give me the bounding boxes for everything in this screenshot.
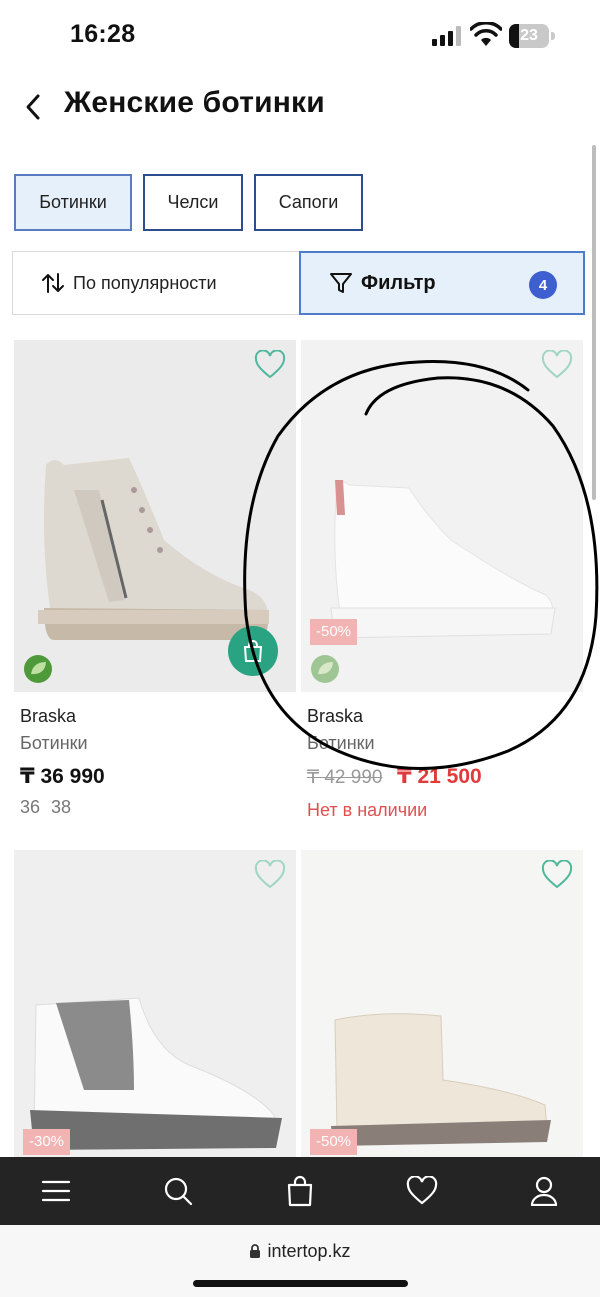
nav-menu-button[interactable] bbox=[36, 1171, 76, 1211]
boot-image bbox=[301, 850, 583, 1157]
status-time: 16:28 bbox=[70, 20, 136, 48]
favorite-heart-icon[interactable] bbox=[254, 860, 286, 890]
product-card[interactable]: Braska Ботинки ₸ 36 990 36 38 bbox=[14, 340, 296, 820]
filter-label: Фильтр bbox=[361, 271, 436, 294]
favorites-icon bbox=[406, 1176, 438, 1205]
sort-filter-bar: По популярности Фильтр 4 bbox=[12, 251, 585, 315]
eco-leaf-icon bbox=[311, 655, 339, 683]
product-brand: Braska bbox=[20, 706, 77, 726]
url-text: intertop.kz bbox=[267, 1241, 351, 1261]
filter-funnel-icon bbox=[330, 273, 352, 293]
product-image[interactable] bbox=[14, 340, 296, 692]
search-icon bbox=[164, 1177, 193, 1206]
product-old-price: ₸ 42 990 bbox=[307, 767, 383, 788]
discount-badge: -30% bbox=[23, 1129, 71, 1155]
battery-level: 23 bbox=[520, 27, 538, 44]
product-type: Ботинки bbox=[20, 733, 88, 753]
status-bar: 16:28 23 bbox=[0, 0, 600, 72]
chip-sapogi[interactable]: Сапоги bbox=[254, 174, 363, 231]
favorite-heart-icon[interactable] bbox=[541, 350, 573, 380]
product-card[interactable]: -50% Braska Ботинки ₸ 42 990 ₸ 21 500 Не… bbox=[301, 340, 583, 820]
page-title: Женские ботинки bbox=[64, 86, 325, 119]
chip-chelsi[interactable]: Челси bbox=[143, 174, 243, 231]
product-card[interactable]: -50% bbox=[301, 850, 583, 1157]
discount-badge: -50% bbox=[310, 1129, 358, 1155]
signal-icon bbox=[432, 26, 461, 46]
product-image[interactable]: -50% bbox=[301, 850, 583, 1157]
product-image[interactable]: -30% bbox=[14, 850, 296, 1157]
nav-favorites-button[interactable] bbox=[402, 1171, 442, 1211]
sort-button[interactable]: По популярности bbox=[12, 251, 299, 315]
home-indicator[interactable] bbox=[193, 1280, 408, 1287]
add-to-cart-button[interactable] bbox=[228, 626, 278, 676]
sort-label: По популярности bbox=[73, 272, 217, 293]
nav-cart-button[interactable] bbox=[280, 1171, 320, 1211]
discount-badge: -50% bbox=[310, 619, 358, 645]
chip-botinki[interactable]: Ботинки bbox=[14, 174, 132, 231]
product-brand: Braska bbox=[307, 706, 364, 726]
bag-icon bbox=[287, 1175, 313, 1207]
wifi-icon bbox=[470, 22, 502, 46]
product-card[interactable]: -30% bbox=[14, 850, 296, 1157]
favorite-heart-icon[interactable] bbox=[541, 860, 573, 890]
menu-icon bbox=[41, 1180, 71, 1202]
lock-icon bbox=[250, 1244, 261, 1258]
bottom-navigation bbox=[0, 1157, 600, 1225]
product-image[interactable]: -50% bbox=[301, 340, 583, 692]
product-type: Ботинки bbox=[307, 733, 375, 753]
product-sizes: 36 38 bbox=[20, 797, 72, 817]
url-display[interactable]: intertop.kz bbox=[0, 1241, 600, 1262]
filter-count-badge: 4 bbox=[529, 271, 557, 299]
favorite-heart-icon[interactable] bbox=[254, 350, 286, 380]
battery-indicator: 23 bbox=[509, 24, 555, 48]
product-price: ₸ 36 990 bbox=[20, 765, 105, 788]
scrollbar[interactable] bbox=[592, 145, 596, 500]
profile-icon bbox=[530, 1176, 558, 1206]
boot-image bbox=[14, 850, 296, 1157]
availability-status: Нет в наличии bbox=[307, 800, 428, 820]
nav-search-button[interactable] bbox=[158, 1171, 198, 1211]
filter-button[interactable]: Фильтр 4 bbox=[299, 251, 585, 315]
cart-bag-icon bbox=[243, 640, 263, 662]
eco-leaf-icon bbox=[24, 655, 52, 683]
nav-profile-button[interactable] bbox=[524, 1171, 564, 1211]
product-sale-price: ₸ 21 500 bbox=[397, 765, 482, 788]
back-arrow-icon bbox=[26, 94, 40, 120]
sort-icon bbox=[42, 273, 64, 293]
browser-url-bar: intertop.kz bbox=[0, 1225, 600, 1297]
back-button[interactable] bbox=[18, 88, 48, 126]
page-header: Женские ботинки bbox=[0, 72, 600, 142]
